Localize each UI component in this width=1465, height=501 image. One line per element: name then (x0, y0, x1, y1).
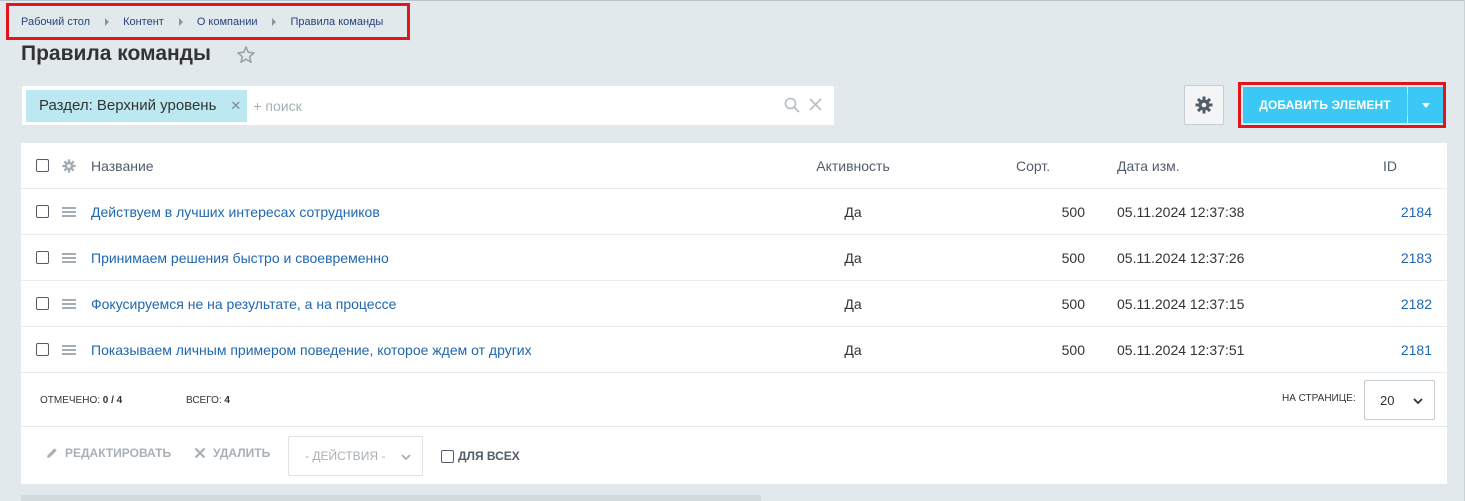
column-header-sort[interactable]: Сорт. (1016, 143, 1050, 188)
filter-tag-label: Раздел: Верхний уровень (39, 97, 217, 114)
bottom-scrollbar[interactable] (21, 495, 761, 501)
column-header-name[interactable]: Название (91, 143, 154, 188)
for-all-option[interactable]: ДЛЯ ВСЕХ (441, 449, 520, 463)
row-id-link[interactable]: 2181 (1401, 342, 1432, 358)
total-count: ВСЕГО: 4 (186, 395, 230, 406)
column-header-id[interactable]: ID (1383, 143, 1397, 188)
row-sort: 500 (1061, 341, 1085, 358)
column-header-active[interactable]: Активность (761, 143, 945, 188)
per-page-select[interactable]: 20 (1364, 380, 1435, 420)
row-name-link[interactable]: Фокусируемся не на результате, а на проц… (91, 296, 396, 312)
select-all-checkbox[interactable] (36, 159, 49, 172)
delete-button-label: УДАЛИТЬ (213, 446, 271, 460)
breadcrumb-item-content[interactable]: Контент (123, 16, 164, 28)
actions-select-value: - ДЕЙСТВИЯ - (305, 449, 386, 463)
action-panel: РЕДАКТИРОВАТЬ УДАЛИТЬ - ДЕЙСТВИЯ - ДЛЯ В… (21, 427, 1447, 484)
filter-search-box[interactable]: Раздел: Верхний уровень ✕ (22, 86, 834, 125)
for-all-checkbox[interactable] (441, 449, 454, 463)
caret-down-icon (1421, 102, 1430, 108)
row-sort: 500 (1061, 295, 1085, 312)
breadcrumb-item-about[interactable]: О компании (197, 16, 258, 28)
column-header-date[interactable]: Дата изм. (1117, 143, 1180, 188)
total-count-label: ВСЕГО: (186, 395, 222, 406)
row-id-link[interactable]: 2184 (1401, 204, 1432, 220)
selected-count: ОТМЕЧЕНО: 0 / 4 (40, 395, 122, 406)
search-input[interactable] (253, 97, 834, 114)
drag-handle-icon[interactable] (62, 344, 76, 355)
filter-tag-remove-icon[interactable]: ✕ (230, 98, 241, 114)
star-icon[interactable] (236, 45, 256, 65)
row-name-link[interactable]: Показываем личным примером поведение, ко… (91, 342, 532, 358)
chevron-down-icon (401, 454, 411, 461)
breadcrumb-item-desktop[interactable]: Рабочий стол (21, 16, 90, 28)
elements-grid: Название Активность Сорт. Дата изм. ID Д… (21, 143, 1447, 426)
row-checkbox[interactable] (36, 343, 49, 356)
clear-icon[interactable] (809, 98, 822, 111)
table-row[interactable]: Действуем в лучших интересах сотрудников… (21, 189, 1447, 235)
table-row[interactable]: Фокусируемся не на результате, а на проц… (21, 281, 1447, 327)
breadcrumb-separator-icon (272, 17, 277, 26)
breadcrumb: Рабочий стол Контент О компании Правила … (6, 3, 410, 40)
add-element-dropdown-button[interactable] (1408, 87, 1443, 123)
row-checkbox[interactable] (36, 297, 49, 310)
chevron-down-icon (1413, 398, 1423, 405)
filter-tag[interactable]: Раздел: Верхний уровень ✕ (26, 89, 248, 122)
row-checkbox[interactable] (36, 251, 49, 264)
top-border (0, 0, 1465, 1)
page-title: Правила команды (21, 42, 211, 65)
breadcrumb-separator-icon (178, 17, 183, 26)
gear-icon (1195, 96, 1213, 114)
per-page-value: 20 (1380, 392, 1395, 408)
row-date: 05.11.2024 12:37:15 (1117, 295, 1245, 312)
grid-header: Название Активность Сорт. Дата изм. ID (21, 143, 1447, 189)
selected-count-label: ОТМЕЧЕНО: (40, 395, 100, 406)
row-sort: 500 (1061, 249, 1085, 266)
for-all-label: ДЛЯ ВСЕХ (458, 449, 520, 463)
grid-footer: ОТМЕЧЕНО: 0 / 4 ВСЕГО: 4 НА СТРАНИЦЕ: 20 (21, 373, 1447, 426)
row-id-link[interactable]: 2183 (1401, 250, 1432, 266)
row-name-link[interactable]: Принимаем решения быстро и своевременно (91, 250, 389, 266)
edit-button[interactable]: РЕДАКТИРОВАТЬ (46, 446, 171, 460)
delete-button[interactable]: УДАЛИТЬ (194, 446, 270, 460)
table-row[interactable]: Принимаем решения быстро и своевременно … (21, 235, 1447, 281)
search-icon[interactable] (784, 97, 800, 113)
edit-button-label: РЕДАКТИРОВАТЬ (65, 446, 172, 460)
breadcrumb-item-current[interactable]: Правила команды (290, 16, 383, 28)
column-settings-gear-icon[interactable] (62, 158, 76, 173)
row-date: 05.11.2024 12:37:26 (1117, 249, 1245, 266)
add-element-button[interactable]: ДОБАВИТЬ ЭЛЕМЕНТ (1243, 87, 1407, 123)
settings-button[interactable] (1184, 85, 1224, 125)
table-row[interactable]: Показываем личным примером поведение, ко… (21, 327, 1447, 373)
total-count-value: 4 (224, 395, 230, 406)
row-checkbox[interactable] (36, 205, 49, 218)
row-name-link[interactable]: Действуем в лучших интересах сотрудников (91, 204, 380, 220)
breadcrumb-separator-icon (105, 17, 110, 26)
row-id-link[interactable]: 2182 (1401, 296, 1432, 312)
row-active: Да (844, 249, 862, 266)
row-date: 05.11.2024 12:37:38 (1117, 203, 1245, 220)
row-active: Да (844, 295, 862, 312)
actions-select[interactable]: - ДЕЙСТВИЯ - (288, 436, 423, 476)
row-active: Да (844, 341, 862, 358)
pencil-icon (47, 448, 57, 458)
selected-count-value: 0 / 4 (102, 395, 123, 406)
drag-handle-icon[interactable] (62, 206, 76, 217)
row-active: Да (844, 203, 862, 220)
row-sort: 500 (1061, 203, 1085, 220)
row-date: 05.11.2024 12:37:51 (1117, 341, 1245, 358)
per-page-label: НА СТРАНИЦЕ: (1282, 393, 1356, 404)
drag-handle-icon[interactable] (62, 252, 76, 263)
close-icon (194, 447, 206, 459)
add-element-group: ДОБАВИТЬ ЭЛЕМЕНТ (1238, 82, 1446, 128)
drag-handle-icon[interactable] (62, 298, 76, 309)
